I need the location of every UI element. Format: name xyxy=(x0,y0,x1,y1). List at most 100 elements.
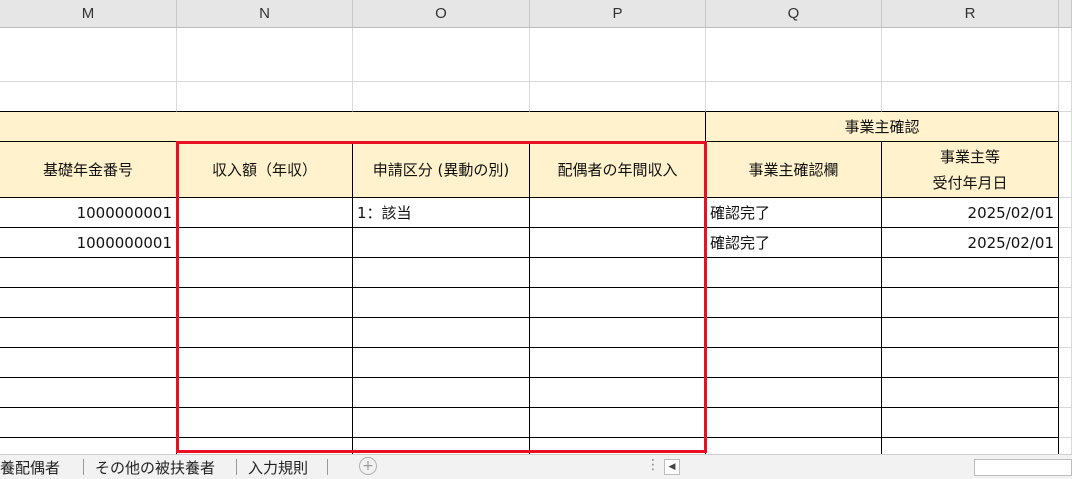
cell-income[interactable] xyxy=(177,198,353,228)
empty-cell[interactable] xyxy=(0,378,177,408)
empty-cell[interactable] xyxy=(1059,228,1072,258)
empty-cell[interactable] xyxy=(882,408,1059,438)
empty-cell[interactable] xyxy=(353,408,530,438)
empty-cell[interactable] xyxy=(882,378,1059,408)
tab-divider xyxy=(327,459,328,475)
empty-cell[interactable] xyxy=(0,28,177,82)
empty-cell[interactable] xyxy=(530,348,706,378)
empty-cell[interactable] xyxy=(1059,198,1072,228)
empty-cell[interactable] xyxy=(353,318,530,348)
cell-value: 確認完了 xyxy=(710,204,771,222)
empty-cell[interactable] xyxy=(706,318,882,348)
column-header-p[interactable]: P xyxy=(530,0,706,28)
empty-cell[interactable] xyxy=(353,258,530,288)
splitter-handle-icon[interactable]: ⋮ xyxy=(646,457,660,473)
empty-cell[interactable] xyxy=(530,258,706,288)
empty-cell[interactable] xyxy=(706,348,882,378)
empty-cell[interactable] xyxy=(177,408,353,438)
sheet-tab-spouse[interactable]: 養配偶者 xyxy=(0,455,60,479)
column-header-next[interactable] xyxy=(1059,0,1072,28)
scroll-left-button[interactable]: ◀ xyxy=(664,459,680,475)
empty-cell[interactable] xyxy=(530,378,706,408)
empty-cell[interactable] xyxy=(0,258,177,288)
header-application-category[interactable]: 申請区分 (異動の別) xyxy=(353,142,530,198)
empty-cell[interactable] xyxy=(1059,142,1072,198)
empty-cell[interactable] xyxy=(1059,82,1072,112)
sheet-tab-other-dependents[interactable]: その他の被扶養者 xyxy=(95,455,215,479)
cell-confirm[interactable]: 確認完了 xyxy=(706,228,882,258)
empty-cell[interactable] xyxy=(882,318,1059,348)
empty-cell[interactable] xyxy=(0,82,177,112)
cell-category[interactable] xyxy=(353,228,530,258)
cell-income[interactable] xyxy=(177,228,353,258)
cell-date[interactable]: 2025/02/01 xyxy=(882,198,1059,228)
empty-cell[interactable] xyxy=(706,408,882,438)
empty-cell[interactable] xyxy=(1059,348,1072,378)
header-employer-confirm-field[interactable]: 事業主確認欄 xyxy=(706,142,882,198)
cell-confirm[interactable]: 確認完了 xyxy=(706,198,882,228)
empty-cell[interactable] xyxy=(706,378,882,408)
empty-cell[interactable] xyxy=(706,82,882,112)
empty-cell[interactable] xyxy=(1059,408,1072,438)
empty-cell[interactable] xyxy=(177,258,353,288)
empty-cell[interactable] xyxy=(1059,112,1072,142)
column-header-m[interactable]: M xyxy=(0,0,177,28)
empty-cell[interactable] xyxy=(177,288,353,318)
sheet-tab-input-rules[interactable]: 入力規則 xyxy=(248,455,308,479)
empty-cell[interactable] xyxy=(1059,288,1072,318)
horizontal-scrollbar[interactable] xyxy=(974,459,1072,476)
column-header-n[interactable]: N xyxy=(177,0,353,28)
column-letter: N xyxy=(259,5,270,22)
add-sheet-icon[interactable]: + xyxy=(359,457,377,475)
cell-spouse-income[interactable] xyxy=(530,228,706,258)
column-header-o[interactable]: O xyxy=(353,0,530,28)
cell-pension-number[interactable]: 1000000001 xyxy=(0,228,177,258)
empty-cell[interactable] xyxy=(706,288,882,318)
column-header-q[interactable]: Q xyxy=(706,0,882,28)
cell-pension-number[interactable]: 1000000001 xyxy=(0,198,177,228)
empty-cell[interactable] xyxy=(882,82,1059,112)
header-basic-pension-number[interactable]: 基礎年金番号 xyxy=(0,142,177,198)
header-employer-received-date[interactable]: 事業主等 受付年月日 xyxy=(882,142,1059,198)
empty-cell[interactable] xyxy=(706,258,882,288)
empty-cell[interactable] xyxy=(706,28,882,82)
empty-cell[interactable] xyxy=(1059,28,1072,82)
empty-cell[interactable] xyxy=(0,288,177,318)
header-label: 事業主確認欄 xyxy=(748,161,839,179)
empty-cell[interactable] xyxy=(177,348,353,378)
empty-cell[interactable] xyxy=(530,82,706,112)
empty-cell[interactable] xyxy=(177,82,353,112)
empty-cell[interactable] xyxy=(882,28,1059,82)
empty-cell[interactable] xyxy=(0,408,177,438)
empty-cell[interactable] xyxy=(530,318,706,348)
empty-cell[interactable] xyxy=(0,348,177,378)
cell-category[interactable]: 1：該当 xyxy=(353,198,530,228)
empty-cell[interactable] xyxy=(353,378,530,408)
empty-cell[interactable] xyxy=(353,28,530,82)
cell-date[interactable]: 2025/02/01 xyxy=(882,228,1059,258)
empty-cell[interactable] xyxy=(1059,318,1072,348)
cell-value: 2025/02/01 xyxy=(967,203,1054,222)
empty-cell[interactable] xyxy=(353,82,530,112)
empty-cell[interactable] xyxy=(177,318,353,348)
empty-cell[interactable] xyxy=(882,288,1059,318)
empty-cell[interactable] xyxy=(882,258,1059,288)
empty-cell[interactable] xyxy=(353,288,530,318)
empty-cell[interactable] xyxy=(530,28,706,82)
group-header-employer-confirm[interactable]: 事業主確認 xyxy=(706,112,1059,142)
empty-cell[interactable] xyxy=(177,28,353,82)
empty-cell[interactable] xyxy=(0,318,177,348)
empty-cell[interactable] xyxy=(177,378,353,408)
empty-cell[interactable] xyxy=(1059,378,1072,408)
column-header-r[interactable]: R xyxy=(882,0,1059,28)
empty-cell[interactable] xyxy=(353,348,530,378)
empty-cell[interactable] xyxy=(530,408,706,438)
tab-divider xyxy=(83,459,84,475)
empty-cell[interactable] xyxy=(1059,258,1072,288)
empty-cell[interactable] xyxy=(530,288,706,318)
empty-cell[interactable] xyxy=(882,348,1059,378)
cell-spouse-income[interactable] xyxy=(530,198,706,228)
header-spouse-annual-income[interactable]: 配偶者の年間収入 xyxy=(530,142,706,198)
header-income-annual[interactable]: 収入額（年収） xyxy=(177,142,353,198)
group-header-blank[interactable] xyxy=(0,112,706,142)
